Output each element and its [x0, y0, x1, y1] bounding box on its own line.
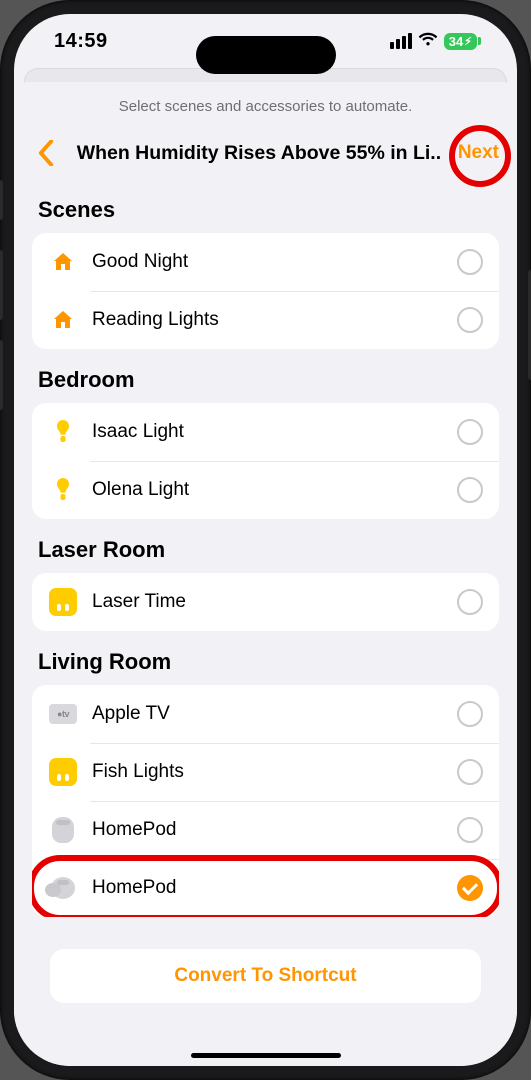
row-label: HomePod [92, 877, 457, 899]
living-card: Apple TV Fish Lights HomePod [32, 685, 499, 917]
section-header-laser: Laser Room [38, 537, 499, 563]
scene-good-night[interactable]: Good Night [32, 233, 499, 291]
status-time: 14:59 [54, 30, 108, 53]
convert-to-shortcut-button[interactable]: Convert To Shortcut [50, 949, 481, 1003]
scene-reading-lights[interactable]: Reading Lights [32, 291, 499, 349]
laser-card: Laser Time [32, 573, 499, 631]
accessory-laser-time[interactable]: Laser Time [32, 573, 499, 631]
radio-icon [457, 477, 483, 503]
nav-bar: When Humidity Rises Above 55% in Li.. Ne… [14, 133, 517, 181]
homepod-icon [48, 815, 78, 845]
dynamic-island [196, 36, 336, 74]
bulb-icon [48, 475, 78, 505]
accessory-homepod-1[interactable]: HomePod [32, 801, 499, 859]
row-label: Good Night [92, 251, 457, 273]
radio-icon [457, 701, 483, 727]
row-label: Olena Light [92, 479, 457, 501]
home-icon [48, 247, 78, 277]
radio-icon [457, 759, 483, 785]
section-header-living: Living Room [38, 649, 499, 675]
homepod-mini-icon [48, 873, 78, 903]
nav-title: When Humidity Rises Above 55% in Li.. [60, 142, 454, 165]
row-label: Reading Lights [92, 309, 457, 331]
home-icon [48, 305, 78, 335]
scenes-card: Good Night Reading Lights [32, 233, 499, 349]
next-button[interactable]: Next [454, 142, 499, 164]
bedroom-card: Isaac Light Olena Light [32, 403, 499, 519]
accessory-apple-tv[interactable]: Apple TV [32, 685, 499, 743]
appletv-icon [48, 699, 78, 729]
section-header-scenes: Scenes [38, 197, 499, 223]
accessory-olena-light[interactable]: Olena Light [32, 461, 499, 519]
row-label: Fish Lights [92, 761, 457, 783]
radio-icon [457, 589, 483, 615]
back-button[interactable] [32, 139, 60, 167]
instruction-text: Select scenes and accessories to automat… [14, 98, 517, 133]
radio-icon [457, 307, 483, 333]
accessory-homepod-2[interactable]: HomePod [32, 859, 499, 917]
accessory-isaac-light[interactable]: Isaac Light [32, 403, 499, 461]
section-header-bedroom: Bedroom [38, 367, 499, 393]
plug-icon [48, 757, 78, 787]
row-label: Apple TV [92, 703, 457, 725]
radio-icon [457, 249, 483, 275]
radio-checked-icon [457, 875, 483, 901]
wifi-icon [418, 31, 438, 52]
plug-icon [48, 587, 78, 617]
accessory-fish-lights[interactable]: Fish Lights [32, 743, 499, 801]
cellular-icon [390, 33, 412, 49]
radio-icon [457, 419, 483, 445]
row-label: HomePod [92, 819, 457, 841]
row-label: Laser Time [92, 591, 457, 613]
row-label: Isaac Light [92, 421, 457, 443]
battery-icon: 34⚡︎ [444, 33, 477, 50]
bulb-icon [48, 417, 78, 447]
radio-icon [457, 817, 483, 843]
home-indicator[interactable] [191, 1053, 341, 1058]
